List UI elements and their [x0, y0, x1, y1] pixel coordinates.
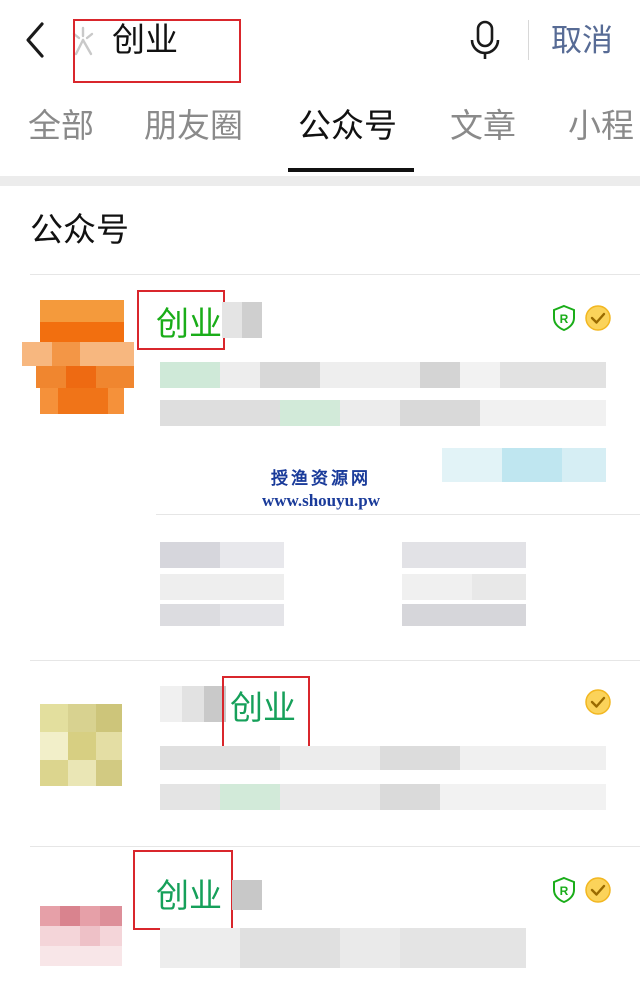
verified-check-icon: [585, 877, 611, 903]
cancel-button[interactable]: 取消: [551, 17, 613, 65]
watermark-title: 授渔资源网: [271, 469, 371, 489]
blurred-text: [232, 880, 262, 910]
name-highlight-box: [133, 850, 233, 930]
avatar: [40, 906, 122, 966]
blurred-article: [402, 574, 526, 600]
search-bar: 创业 取消: [0, 0, 640, 83]
active-tab-indicator: [288, 168, 414, 172]
blurred-description: [160, 746, 606, 770]
tab-articles[interactable]: 文章: [450, 102, 516, 150]
name-highlight-box: [137, 290, 225, 350]
blurred-link: [442, 448, 606, 482]
blurred-article: [160, 542, 284, 568]
blurred-text: [160, 686, 226, 722]
tab-bar: 全部 朋友圈 公众号 文章 小程: [0, 84, 640, 176]
blurred-description: [160, 400, 606, 426]
back-arrow-icon[interactable]: [14, 14, 58, 66]
blurred-description: [160, 928, 526, 968]
watermark: 授渔资源网 www.shouyu.pw: [246, 468, 396, 512]
watermark-url: www.shouyu.pw: [261, 491, 381, 510]
divider: [156, 514, 640, 515]
svg-text:R: R: [560, 312, 569, 326]
blurred-article: [160, 574, 284, 600]
verified-check-icon: [585, 305, 611, 331]
badge-group: [584, 688, 612, 716]
badge-group: R: [550, 876, 612, 904]
avatar: [40, 704, 122, 786]
svg-text:R: R: [560, 884, 569, 898]
section-separator: [0, 176, 640, 186]
registered-r-icon: R: [553, 304, 575, 332]
microphone-icon[interactable]: [466, 18, 504, 62]
divider: [30, 660, 640, 661]
account-result-2[interactable]: 创业: [0, 662, 640, 846]
registered-r-icon: R: [553, 876, 575, 904]
blurred-article: [402, 604, 526, 626]
badge-group: R: [550, 304, 612, 332]
blurred-article: [402, 542, 526, 568]
tab-official-accounts[interactable]: 公众号: [298, 102, 397, 150]
query-highlight-box: [73, 19, 241, 83]
divider: [528, 20, 529, 60]
blurred-article: [160, 604, 284, 626]
divider: [30, 846, 640, 847]
name-highlight-box: [222, 676, 310, 748]
tab-mini-programs[interactable]: 小程: [568, 102, 634, 150]
tab-all[interactable]: 全部: [28, 102, 94, 150]
divider: [30, 274, 640, 275]
blurred-text: [222, 302, 262, 338]
avatar: [22, 300, 134, 418]
section-title: 公众号: [30, 210, 129, 249]
blurred-description: [160, 784, 606, 810]
verified-check-icon: [585, 689, 611, 715]
tab-moments[interactable]: 朋友圈: [144, 102, 243, 150]
blurred-description: [160, 362, 606, 388]
account-result-3[interactable]: 创业 R: [0, 848, 640, 987]
